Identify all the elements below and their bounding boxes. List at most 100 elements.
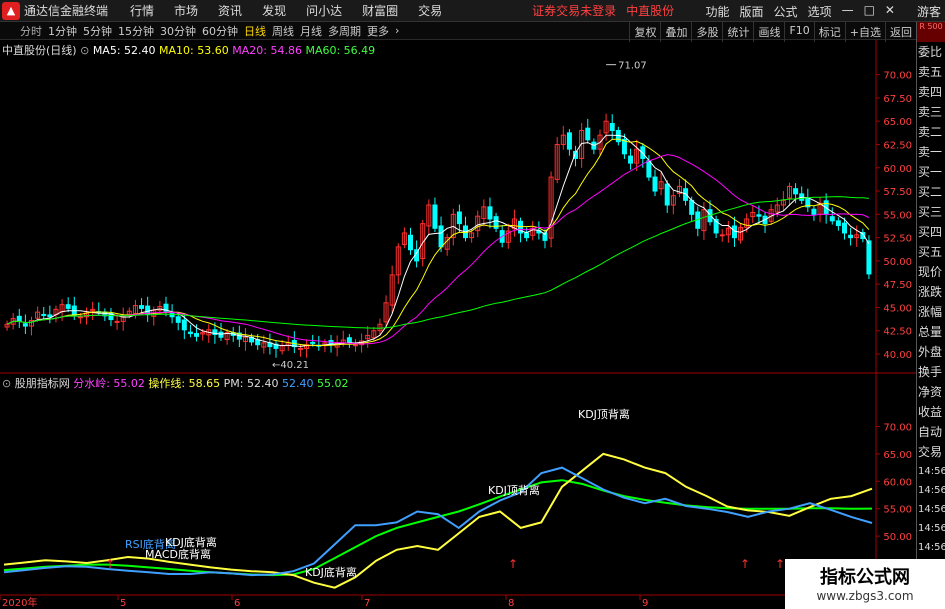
f10-button[interactable]: F10 bbox=[784, 22, 813, 42]
side-item[interactable]: 14:56 bbox=[917, 538, 945, 557]
maximize-icon[interactable]: □ bbox=[864, 3, 875, 20]
side-item[interactable]: 卖四 bbox=[917, 82, 945, 102]
menu-trade[interactable]: 交易 bbox=[418, 2, 442, 19]
side-item[interactable]: 14:56 bbox=[917, 462, 945, 481]
minimize-icon[interactable]: — bbox=[842, 3, 854, 20]
guest-label[interactable]: 游客 bbox=[917, 3, 941, 20]
candle-body bbox=[652, 176, 658, 192]
buy-arrow-icon: ↑ bbox=[105, 557, 115, 571]
candle-body bbox=[456, 211, 462, 225]
side-item[interactable]: 买一 bbox=[917, 162, 945, 182]
quote-side-panel: R 500 委比 卖五 卖四 卖三 卖二 卖一 买一 买二 买三 买四 买五 现价 涨跌 涨幅 总量 外盘 换手… bbox=[916, 22, 945, 609]
adjust-button[interactable]: 复权 bbox=[629, 22, 660, 42]
candle-body bbox=[16, 315, 22, 322]
candle-body bbox=[646, 160, 652, 178]
stock-chart[interactable]: 71.07←40.21 KDJ顶背离KDJ顶背离RSI底背离KDJ底背离MACD… bbox=[0, 40, 916, 609]
candle-body bbox=[297, 347, 303, 350]
candle-body bbox=[22, 323, 28, 327]
side-item[interactable]: 委比 bbox=[917, 42, 945, 62]
chevron-right-icon[interactable]: › bbox=[395, 24, 399, 37]
y-tick-label: 65.00 bbox=[883, 117, 912, 128]
menu-quotes[interactable]: 行情 bbox=[130, 2, 154, 19]
candle-body bbox=[407, 234, 413, 251]
multi-stock-button[interactable]: 多股 bbox=[691, 22, 722, 42]
tab-15min[interactable]: 15分钟 bbox=[118, 23, 154, 39]
side-item[interactable]: 自动 bbox=[917, 422, 945, 442]
side-item[interactable]: 买五 bbox=[917, 242, 945, 262]
side-item[interactable]: 14:56 bbox=[917, 500, 945, 519]
signal-label: KDJ底背离 bbox=[165, 535, 217, 549]
level2-badge[interactable]: R 500 bbox=[917, 22, 945, 42]
candle-body bbox=[719, 234, 725, 237]
candle-body bbox=[756, 214, 762, 217]
menu-market[interactable]: 市场 bbox=[174, 2, 198, 19]
overlay-button[interactable]: 叠加 bbox=[660, 22, 691, 42]
candle-body bbox=[310, 341, 316, 344]
tab-daily[interactable]: 日线 bbox=[244, 23, 266, 39]
side-item[interactable]: 总量 bbox=[917, 322, 945, 342]
side-item[interactable]: 外盘 bbox=[917, 342, 945, 362]
ma60-line bbox=[6, 196, 869, 329]
side-item[interactable]: 交易 bbox=[917, 442, 945, 462]
low-label: ←40.21 bbox=[272, 360, 309, 371]
candle-body bbox=[585, 127, 591, 141]
side-item[interactable]: 涨跌 bbox=[917, 282, 945, 302]
side-item[interactable]: 14:56 bbox=[917, 519, 945, 538]
side-item[interactable]: 收益 bbox=[917, 402, 945, 422]
tab-intraday[interactable]: 分时 bbox=[20, 23, 42, 39]
y-tick-label: 60.00 bbox=[883, 477, 912, 488]
side-item[interactable]: 换手 bbox=[917, 362, 945, 382]
side-item[interactable]: 净资 bbox=[917, 382, 945, 402]
menu-function[interactable]: 功能 bbox=[706, 3, 730, 20]
menu-layout[interactable]: 版面 bbox=[740, 3, 764, 20]
indicator-settings-icon[interactable]: ⊙ bbox=[2, 377, 11, 390]
draw-line-button[interactable]: 画线 bbox=[753, 22, 784, 42]
ma5-label: MA5: 52.40 bbox=[92, 44, 156, 57]
side-item[interactable]: 买三 bbox=[917, 202, 945, 222]
tab-multi-period[interactable]: 多周期 bbox=[328, 23, 361, 39]
x-tick-label: 5 bbox=[120, 598, 126, 609]
tab-1min[interactable]: 1分钟 bbox=[48, 23, 77, 39]
side-item[interactable]: 买二 bbox=[917, 182, 945, 202]
side-item[interactable]: 卖三 bbox=[917, 102, 945, 122]
side-item[interactable]: 14:56 bbox=[917, 481, 945, 500]
watermark-title: 指标公式网 bbox=[820, 567, 910, 588]
signal-label: KDJ顶背离 bbox=[578, 407, 630, 421]
tab-monthly[interactable]: 月线 bbox=[300, 23, 322, 39]
menu-formula[interactable]: 公式 bbox=[774, 3, 798, 20]
tab-5min[interactable]: 5分钟 bbox=[83, 23, 112, 39]
add-watchlist-button[interactable]: +自选 bbox=[844, 22, 885, 42]
fsl-label: 分水岭: 55.02 bbox=[73, 377, 145, 390]
mark-button[interactable]: 标记 bbox=[813, 22, 845, 42]
y-tick-label: 50.00 bbox=[883, 532, 912, 543]
candle-body bbox=[866, 240, 872, 275]
ma10-label: MA10: 53.60 bbox=[159, 44, 229, 57]
tab-more[interactable]: 更多 bbox=[367, 23, 389, 39]
candle-body bbox=[664, 183, 670, 206]
side-item[interactable]: 现价 bbox=[917, 262, 945, 282]
side-item[interactable]: 买四 bbox=[917, 222, 945, 242]
y-tick-label: 60.00 bbox=[883, 164, 912, 175]
tab-weekly[interactable]: 周线 bbox=[272, 23, 294, 39]
y-tick-label: 40.00 bbox=[883, 350, 912, 361]
side-item[interactable]: 卖五 bbox=[917, 62, 945, 82]
buy-arrow-icon: ↑ bbox=[740, 557, 750, 571]
menu-options[interactable]: 选项 bbox=[808, 3, 832, 20]
tab-30min[interactable]: 30分钟 bbox=[160, 23, 196, 39]
stats-button[interactable]: 统计 bbox=[722, 22, 753, 42]
side-item[interactable]: 卖一 bbox=[917, 142, 945, 162]
back-button[interactable]: 返回 bbox=[885, 22, 916, 42]
menu-wealth[interactable]: 财富圈 bbox=[362, 2, 398, 19]
close-icon[interactable]: ✕ bbox=[885, 3, 895, 20]
side-item[interactable]: 涨幅 bbox=[917, 302, 945, 322]
candle-body bbox=[628, 155, 634, 164]
login-status[interactable]: 证券交易未登录 bbox=[532, 2, 616, 19]
candle-body bbox=[829, 216, 835, 222]
side-item[interactable]: 卖二 bbox=[917, 122, 945, 142]
tab-60min[interactable]: 60分钟 bbox=[202, 23, 238, 39]
menu-news[interactable]: 资讯 bbox=[218, 2, 242, 19]
settings-icon[interactable]: ⊙ bbox=[80, 44, 89, 57]
menu-ask[interactable]: 问小达 bbox=[306, 2, 342, 19]
menu-discover[interactable]: 发现 bbox=[262, 2, 286, 19]
y-tick-label: 55.00 bbox=[883, 210, 912, 221]
